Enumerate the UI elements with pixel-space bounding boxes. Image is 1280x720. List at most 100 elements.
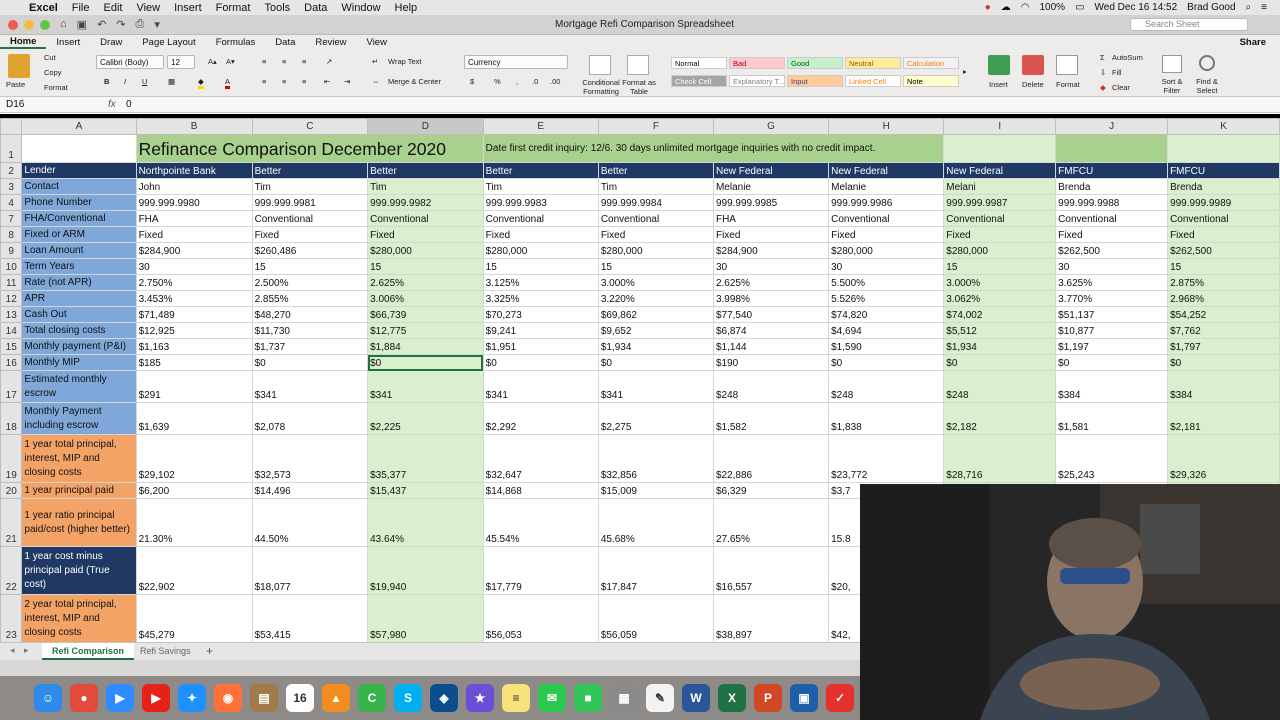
wrap-text-icon[interactable]: ↵: [372, 57, 378, 66]
cell-k13[interactable]: $54,252: [1167, 306, 1280, 323]
tab-home[interactable]: Home: [0, 36, 47, 49]
cell-b3[interactable]: John: [135, 178, 253, 195]
cell-i16[interactable]: $0: [943, 354, 1057, 371]
merge-center-icon[interactable]: ⇔: [372, 77, 380, 86]
cell-i14[interactable]: $5,512: [943, 322, 1057, 339]
cell-k4[interactable]: 999.999.9989: [1167, 194, 1280, 211]
search-sheet-input[interactable]: Search Sheet: [1130, 18, 1248, 31]
menu-window[interactable]: Window: [334, 2, 387, 14]
cell-i10[interactable]: 15: [943, 258, 1057, 275]
row-header[interactable]: 11: [0, 274, 23, 291]
cell-d16[interactable]: $0: [367, 354, 484, 371]
minimize-window-button[interactable]: [24, 20, 34, 30]
cell-e21[interactable]: 45.54%: [482, 498, 599, 547]
formula-input[interactable]: 0: [126, 99, 132, 110]
cell-g2[interactable]: New Federal: [712, 162, 830, 179]
zoom-icon[interactable]: ▶: [106, 684, 134, 712]
autosum-button[interactable]: AutoSum: [1112, 53, 1143, 62]
cell-h9[interactable]: $280,000: [828, 242, 945, 259]
style-note[interactable]: Note: [903, 75, 959, 87]
row-label[interactable]: Monthly MIP: [21, 354, 137, 371]
cell-d7[interactable]: Conventional: [367, 210, 484, 227]
cell-d11[interactable]: 2.625%: [367, 274, 484, 291]
cell-k10[interactable]: 15: [1167, 258, 1280, 275]
cell-e17[interactable]: $341: [482, 370, 599, 403]
finder-icon[interactable]: ☺: [34, 684, 62, 712]
row-header[interactable]: 9: [0, 242, 23, 259]
xcode-icon[interactable]: ▣: [790, 684, 818, 712]
cell-b4[interactable]: 999.999.9980: [135, 194, 253, 211]
cell-g7[interactable]: FHA: [712, 210, 830, 227]
cell-c8[interactable]: Fixed: [251, 226, 369, 243]
cell-b2[interactable]: Northpointe Bank: [135, 162, 253, 179]
cell-d19[interactable]: $35,377: [367, 434, 484, 483]
copy-button[interactable]: Copy: [44, 68, 62, 77]
fx-icon[interactable]: fx: [108, 99, 116, 110]
cell-f13[interactable]: $69,862: [597, 306, 714, 323]
row-label[interactable]: Estimated monthly escrow: [21, 370, 137, 403]
cell-g20[interactable]: $6,329: [712, 482, 830, 499]
delete-cells-icon[interactable]: [1022, 55, 1044, 75]
row-header[interactable]: 21: [0, 498, 23, 547]
cell-i7[interactable]: Conventional: [943, 210, 1057, 227]
cell-k18[interactable]: $2,181: [1167, 402, 1280, 435]
conditional-formatting-icon[interactable]: [589, 55, 611, 75]
cell-j17[interactable]: $384: [1055, 370, 1169, 403]
cell-h12[interactable]: 5.526%: [828, 290, 945, 307]
cell-k17[interactable]: $384: [1167, 370, 1280, 403]
name-box[interactable]: D16: [6, 99, 66, 110]
cell-k19[interactable]: $29,326: [1167, 434, 1280, 483]
currency-icon[interactable]: $: [470, 77, 474, 86]
column-header-e[interactable]: E: [482, 118, 599, 135]
cell-g16[interactable]: $190: [712, 354, 830, 371]
cell-d23[interactable]: $57,980: [367, 594, 484, 642]
cell-e2[interactable]: Better: [482, 162, 599, 179]
cell-h15[interactable]: $1,590: [828, 338, 945, 355]
cell-g23[interactable]: $38,897: [712, 594, 830, 642]
cell-g8[interactable]: Fixed: [712, 226, 830, 243]
cell-f15[interactable]: $1,934: [597, 338, 714, 355]
style-explanatory[interactable]: Explanatory T...: [729, 75, 785, 87]
cell-d3[interactable]: Tim: [367, 178, 484, 195]
row-label[interactable]: 1 year total principal, interest, MIP an…: [21, 434, 137, 483]
cell-b19[interactable]: $29,102: [135, 434, 253, 483]
cell-f22[interactable]: $17,847: [597, 546, 714, 595]
cell-b14[interactable]: $12,925: [135, 322, 253, 339]
cell-h14[interactable]: $4,694: [828, 322, 945, 339]
textedit-icon[interactable]: ✎: [646, 684, 674, 712]
merge-center-button[interactable]: Merge & Center: [388, 77, 441, 86]
cell-h19[interactable]: $23,772: [828, 434, 945, 483]
column-header-i[interactable]: I: [943, 118, 1057, 135]
word-icon[interactable]: W: [682, 684, 710, 712]
find-select-button[interactable]: Find & Select: [1192, 77, 1222, 95]
style-good[interactable]: Good: [787, 57, 843, 69]
tab-formulas[interactable]: Formulas: [206, 37, 266, 48]
row-label[interactable]: 1 year cost minus principal paid (True c…: [21, 546, 137, 595]
cell-i13[interactable]: $74,002: [943, 306, 1057, 323]
cell-c22[interactable]: $18,077: [251, 546, 369, 595]
cell-c13[interactable]: $48,270: [251, 306, 369, 323]
row-label[interactable]: Lender: [21, 162, 137, 179]
battery-icon[interactable]: ▭: [1070, 2, 1089, 13]
cell-e10[interactable]: 15: [482, 258, 599, 275]
cell-c7[interactable]: Conventional: [251, 210, 369, 227]
cell-e9[interactable]: $280,000: [482, 242, 599, 259]
insert-cells-icon[interactable]: [988, 55, 1010, 75]
cell-c15[interactable]: $1,737: [251, 338, 369, 355]
cell-i9[interactable]: $280,000: [943, 242, 1057, 259]
cell-f21[interactable]: 45.68%: [597, 498, 714, 547]
borders-icon[interactable]: ▦: [168, 77, 175, 86]
cell-c10[interactable]: 15: [251, 258, 369, 275]
row-label[interactable]: Monthly payment (P&I): [21, 338, 137, 355]
undo-icon[interactable]: ↶: [97, 18, 106, 31]
cell-b20[interactable]: $6,200: [135, 482, 253, 499]
share-button[interactable]: Share: [1240, 37, 1280, 48]
font-name-select[interactable]: Calibri (Body): [96, 55, 164, 69]
cell-g13[interactable]: $77,540: [712, 306, 830, 323]
cell-k8[interactable]: Fixed: [1167, 226, 1280, 243]
cell-d10[interactable]: 15: [367, 258, 484, 275]
cell-h2[interactable]: New Federal: [828, 162, 945, 179]
row-header[interactable]: 8: [0, 226, 23, 243]
tab-insert[interactable]: Insert: [46, 37, 90, 48]
cell-e19[interactable]: $32,647: [482, 434, 599, 483]
